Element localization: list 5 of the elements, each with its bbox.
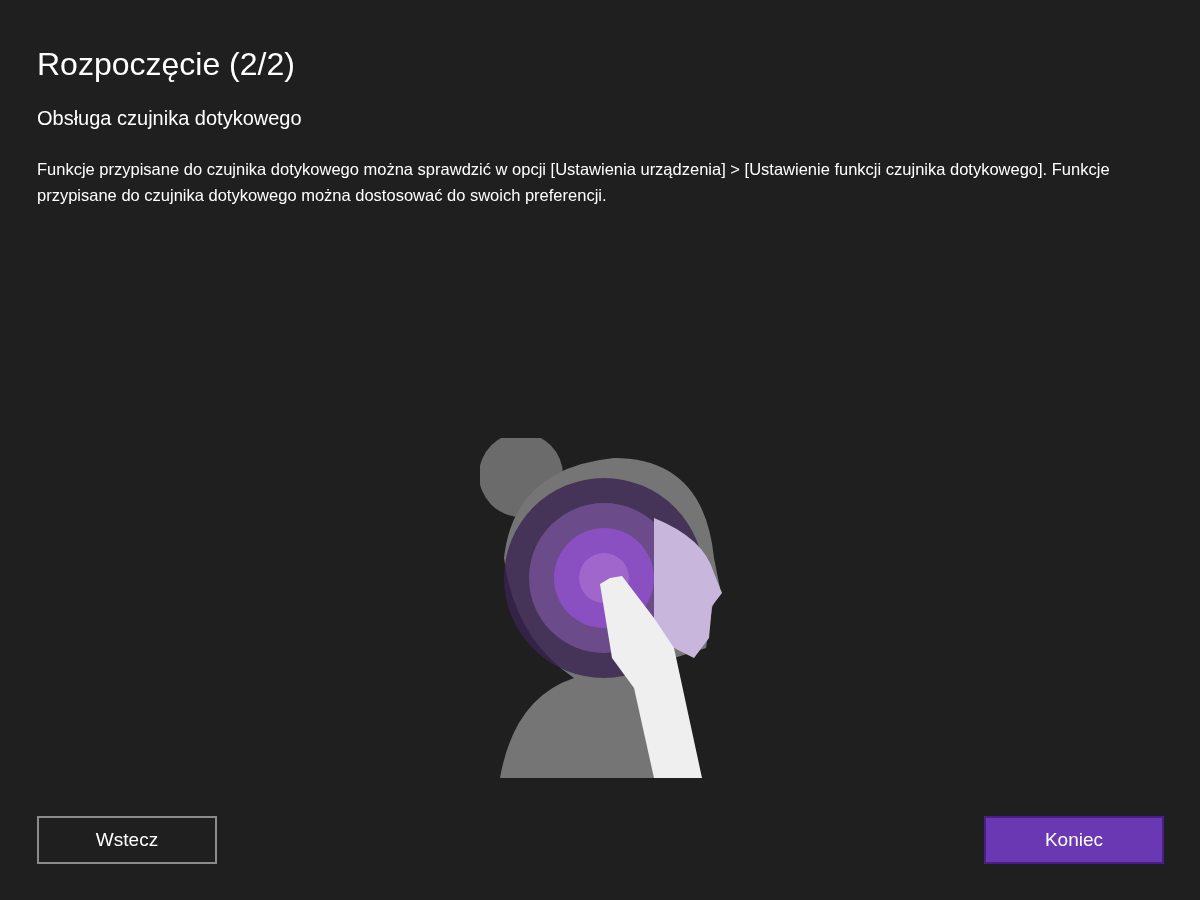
description-text: Funkcje przypisane do czujnika dotykowego można sprawdzić w opcji [Ustawienia urządzenia] > [Ustawienie funkcji czujnika dotykowego]. Funkcje przypisane do czujnika dotykowego można dostosować do swoich preferencji. [37, 159, 1111, 206]
back-button[interactable]: Wstecz [37, 816, 217, 864]
finish-button[interactable]: Koniec [984, 816, 1164, 864]
page-title: Rozpoczęcie (2/2) [37, 45, 296, 84]
section-heading: Obsługa czujnika dotykowego [37, 106, 303, 131]
